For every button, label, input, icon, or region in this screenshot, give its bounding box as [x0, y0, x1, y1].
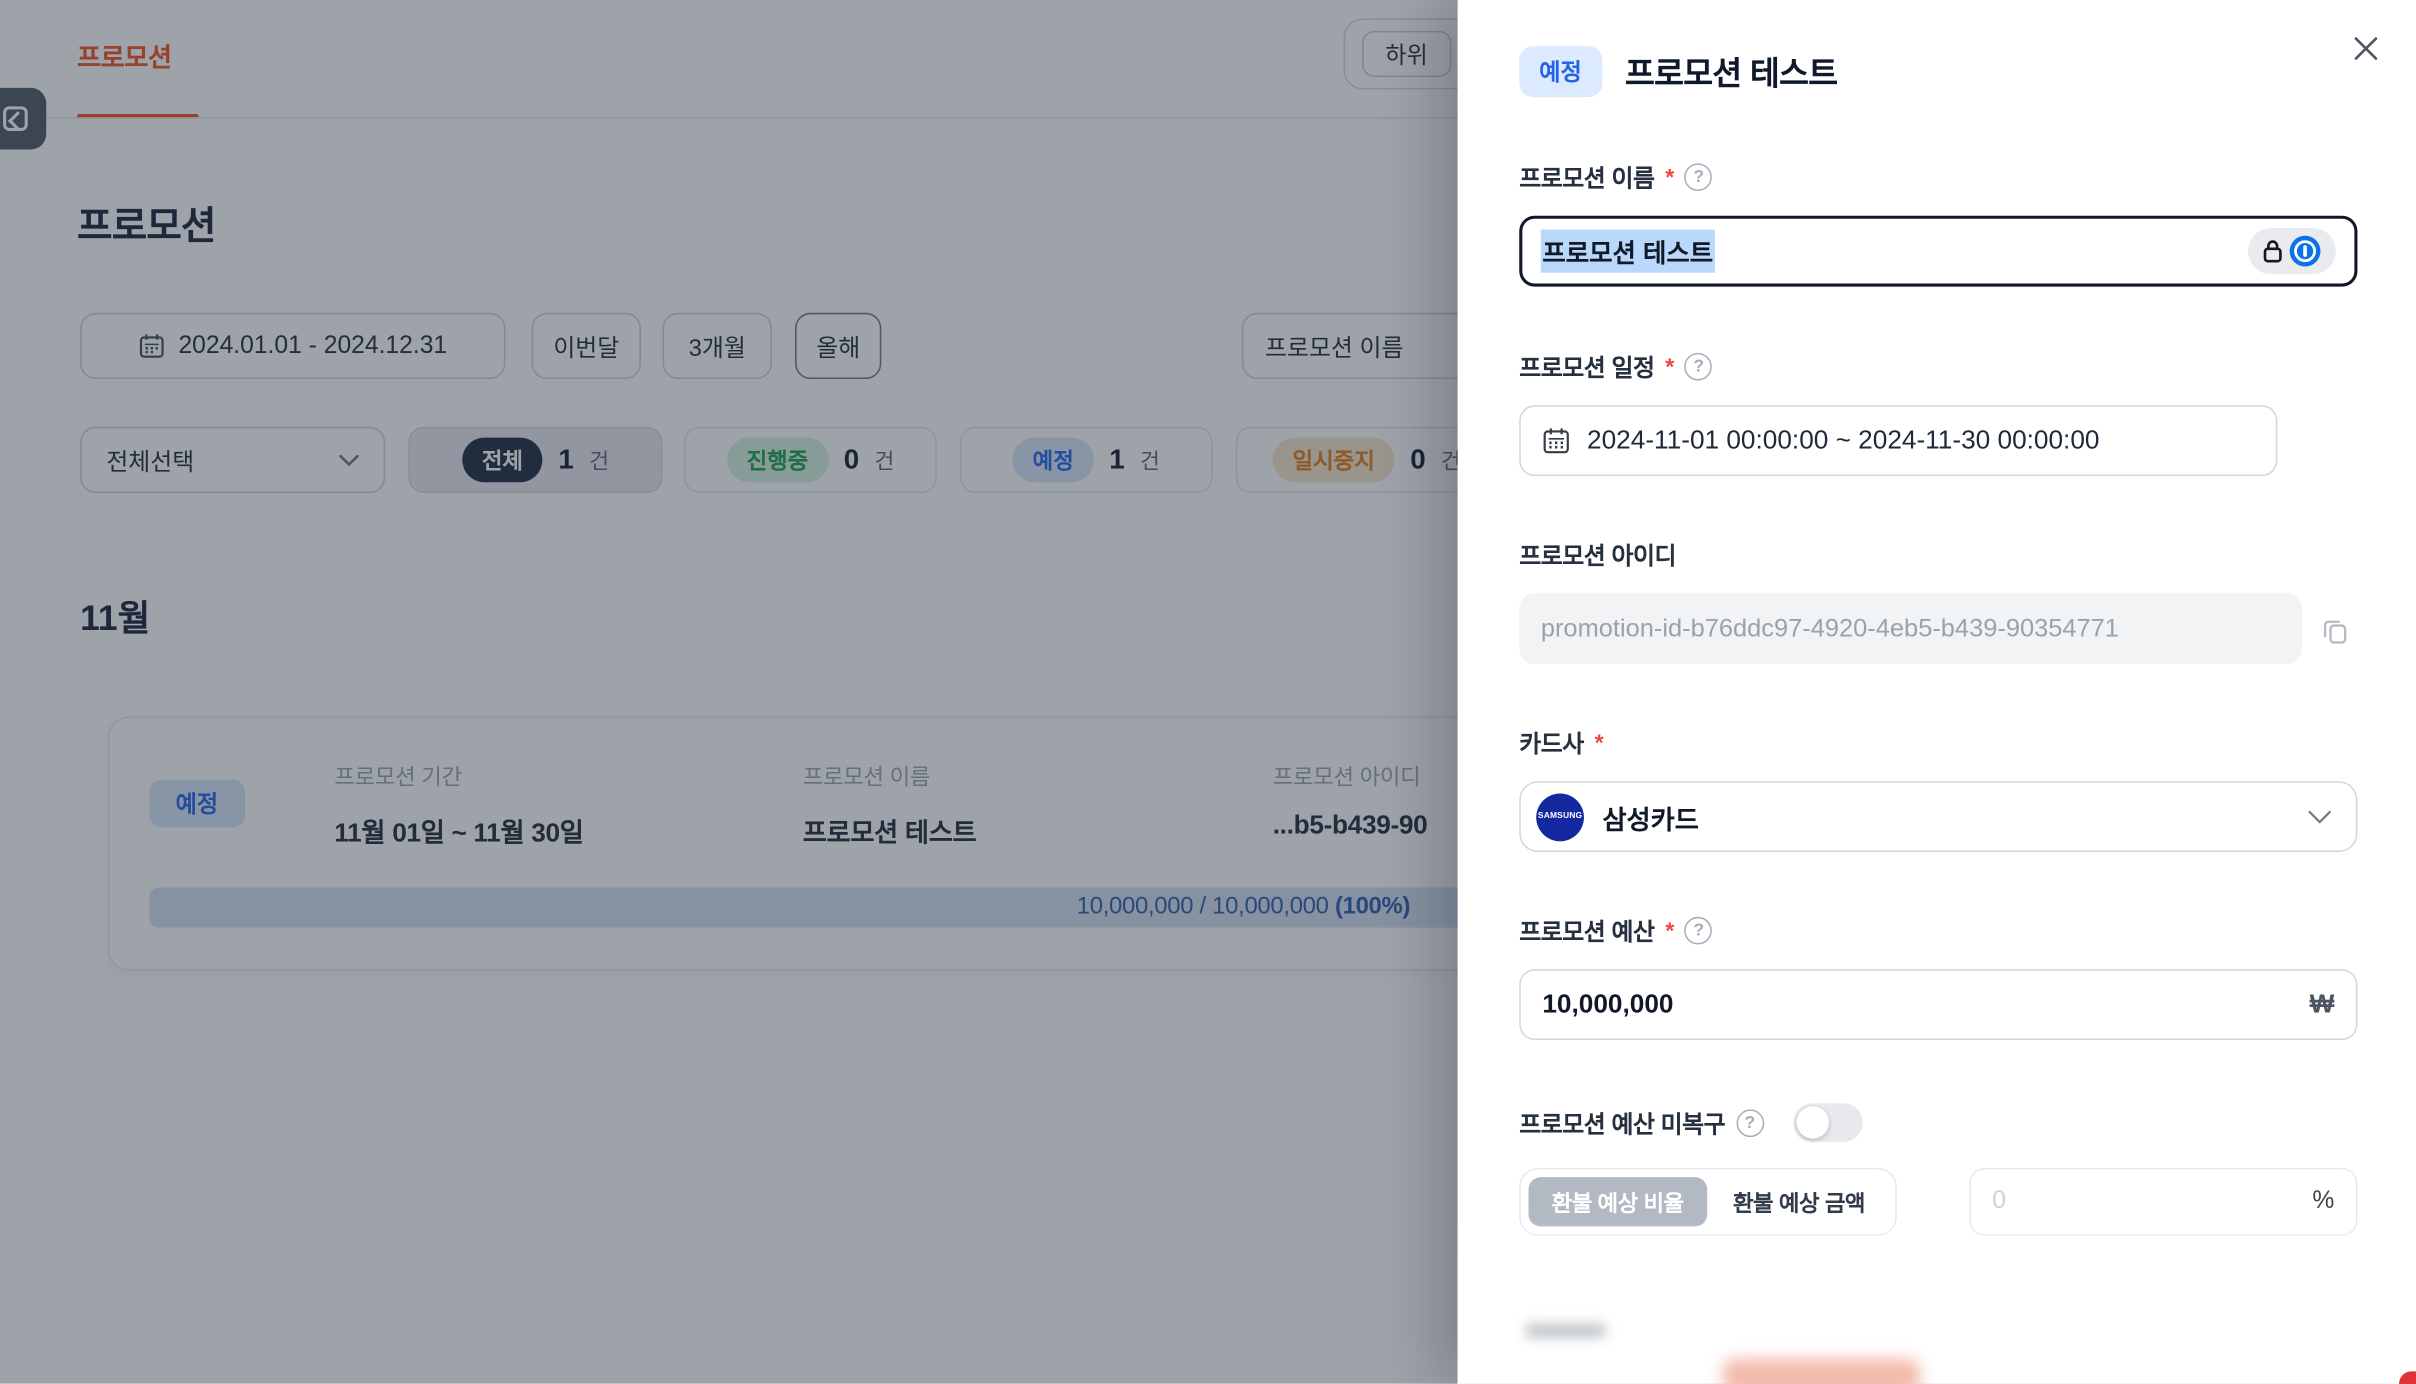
card-company-label: 카드사 *	[1519, 726, 1603, 760]
password-manager-extension-button[interactable]	[2248, 228, 2336, 274]
close-button[interactable]	[2348, 31, 2382, 65]
budget-input[interactable]: 10,000,000 ₩	[1519, 969, 2357, 1040]
blurred-artifact	[1723, 1359, 1920, 1384]
blurred-artifact	[2399, 1371, 2416, 1384]
promotion-id-value: promotion-id-b76ddc97-4920-4eb5-b439-903…	[1541, 614, 2119, 643]
samsung-card-logo: SAMSUNG	[1536, 793, 1584, 841]
toggle-knob	[1796, 1106, 1828, 1138]
refund-ratio-input[interactable]	[1992, 1188, 2300, 1216]
blurred-artifact	[1525, 1324, 1605, 1338]
won-currency-symbol: ₩	[2310, 989, 2335, 1020]
required-mark: *	[1665, 354, 1674, 380]
copy-button[interactable]	[2317, 613, 2351, 647]
budget-no-restore-toggle[interactable]	[1793, 1103, 1862, 1142]
help-icon[interactable]: ?	[1736, 1109, 1764, 1137]
drawer-footer: 프로모션 종료 취소 저장	[1458, 1222, 2416, 1384]
budget-no-restore-row: 프로모션 예산 미복구 ?	[1519, 1103, 1862, 1142]
budget-no-restore-label: 프로모션 예산 미복구	[1519, 1106, 1725, 1140]
help-icon[interactable]: ?	[1685, 163, 1713, 191]
required-mark: *	[1595, 730, 1604, 756]
help-icon[interactable]: ?	[1685, 917, 1713, 945]
required-mark: *	[1665, 164, 1674, 190]
required-mark: *	[1665, 918, 1674, 944]
onepassword-icon	[2288, 234, 2322, 268]
screen: 프로모션 하위 프로모션 2024.01.01 - 2024.12.31	[0, 0, 2416, 1384]
card-company-select[interactable]: SAMSUNG 삼성카드	[1519, 781, 2357, 852]
budget-field-label: 프로모션 예산 * ?	[1519, 914, 1712, 948]
percent-suffix: %	[2312, 1188, 2334, 1216]
tab-refund-amount[interactable]: 환불 예상 금액	[1710, 1177, 1888, 1226]
close-icon	[2352, 35, 2378, 61]
schedule-value: 2024-11-01 00:00:00 ~ 2024-11-30 00:00:0…	[1587, 425, 2099, 456]
drawer-header: 예정 프로모션 테스트	[1519, 46, 1837, 97]
calendar-icon	[1542, 427, 1570, 455]
status-badge: 예정	[1519, 46, 1602, 97]
help-icon[interactable]: ?	[1685, 353, 1713, 381]
copy-icon	[2320, 616, 2349, 645]
name-input-value: 프로모션 테스트	[1541, 230, 1715, 273]
card-company-value: 삼성카드	[1602, 797, 1698, 836]
budget-value: 10,000,000	[1542, 989, 1673, 1020]
promotion-detail-drawer: 예정 프로모션 테스트 프로모션 이름 * ? 프로모션 테스트	[1458, 0, 2416, 1384]
name-input[interactable]: 프로모션 테스트	[1519, 216, 2357, 287]
chevron-down-icon	[2308, 810, 2331, 824]
id-field-label: 프로모션 아이디	[1519, 538, 1676, 572]
schedule-input[interactable]: 2024-11-01 00:00:00 ~ 2024-11-30 00:00:0…	[1519, 405, 2277, 476]
name-field-label: 프로모션 이름 * ?	[1519, 160, 1712, 194]
schedule-field-label: 프로모션 일정 * ?	[1519, 350, 1712, 384]
lock-icon	[2262, 239, 2284, 264]
drawer-title: 프로모션 테스트	[1625, 49, 1837, 95]
tab-refund-ratio[interactable]: 환불 예상 비율	[1528, 1177, 1706, 1226]
promotion-id-input: promotion-id-b76ddc97-4920-4eb5-b439-903…	[1519, 593, 2302, 664]
